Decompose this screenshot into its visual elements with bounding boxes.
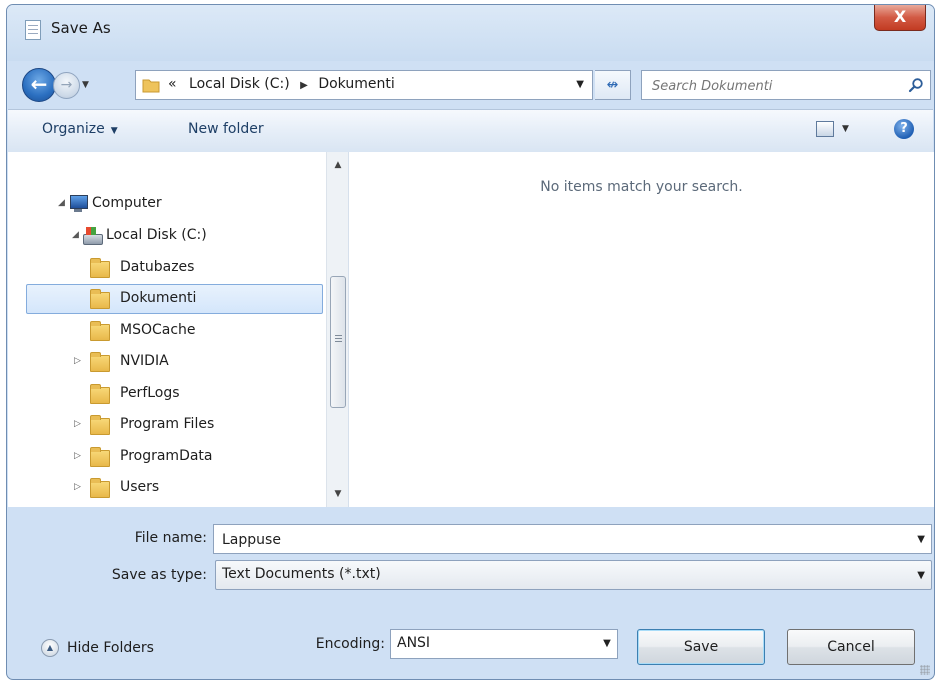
collapse-up-icon: ▲	[41, 639, 59, 657]
view-options-dropdown[interactable]: ▼	[842, 124, 849, 134]
folder-icon	[90, 384, 110, 404]
chevron-down-icon[interactable]: ▼	[597, 630, 617, 658]
hide-folders-button[interactable]: ▲ Hide Folders	[41, 639, 154, 657]
back-arrow-icon: ←	[30, 72, 48, 96]
tree-item-label: Users	[120, 479, 160, 495]
search-icon[interactable]	[908, 77, 924, 93]
organize-menu-button[interactable]: Organize ▼	[42, 121, 118, 137]
folder-icon	[90, 321, 110, 341]
file-name-combobox[interactable]: ▼	[213, 524, 932, 554]
tree-item-label: MSOCache	[120, 322, 196, 338]
folder-icon	[90, 352, 110, 372]
scrollbar-thumb[interactable]	[330, 276, 346, 408]
recent-pages-button[interactable]: ▼	[82, 80, 89, 90]
window-title: Save As	[51, 19, 111, 37]
folder-icon	[142, 79, 160, 93]
encoding-label: Encoding:	[315, 636, 385, 652]
chevron-down-icon: ▼	[110, 126, 118, 136]
breadcrumb: « Local Disk (C:) ▶ Dokumenti	[168, 76, 395, 92]
change-view-icon[interactable]	[816, 121, 834, 137]
breadcrumb-separator-icon[interactable]: ▶	[300, 80, 308, 91]
search-input[interactable]	[650, 75, 894, 97]
tree-item-program-files[interactable]: ▷ Program Files	[8, 410, 323, 440]
chevron-down-icon: ▼	[576, 79, 584, 90]
grip-icon	[335, 335, 342, 336]
tree-item-nvidia[interactable]: ▷ NVIDIA	[8, 347, 323, 377]
folder-icon	[90, 289, 110, 309]
folder-icon	[90, 415, 110, 435]
help-button[interactable]: ?	[894, 119, 914, 139]
save-as-type-label: Save as type:	[111, 567, 207, 583]
chevron-down-icon: ▼	[82, 80, 89, 90]
notepad-icon	[25, 20, 41, 40]
save-button[interactable]: Save	[637, 629, 765, 665]
tree-item-label: Program Files	[120, 416, 215, 432]
save-as-type-select[interactable]: Text Documents (*.txt) ▼	[215, 560, 932, 590]
scroll-up-arrow-icon[interactable]: ▲	[327, 154, 348, 176]
tree-item-perflogs[interactable]: PerfLogs	[8, 379, 323, 409]
resize-grip-icon[interactable]	[920, 665, 930, 675]
forward-button[interactable]: →	[53, 72, 80, 99]
breadcrumb-item-dokumenti[interactable]: Dokumenti	[318, 76, 394, 92]
breadcrumb-overflow[interactable]: «	[168, 76, 177, 92]
collapsed-triangle-icon[interactable]: ▷	[74, 356, 81, 366]
folder-icon	[90, 258, 110, 278]
hide-folders-label: Hide Folders	[67, 640, 154, 656]
search-box[interactable]	[641, 70, 931, 100]
tree-item-users[interactable]: ▷ Users	[8, 473, 323, 503]
collapsed-triangle-icon[interactable]: ▷	[74, 451, 81, 461]
tree-item-label: Dokumenti	[120, 290, 197, 306]
tree-item-local-disk[interactable]: ◢ Local Disk (C:)	[8, 221, 323, 251]
vertical-scrollbar[interactable]: ▲ ▼	[326, 152, 348, 507]
cancel-button[interactable]: Cancel	[787, 629, 915, 665]
tree-item-label: PerfLogs	[120, 385, 180, 401]
tree-item-label: NVIDIA	[120, 353, 169, 369]
tree-item-label: Datubazes	[120, 259, 195, 275]
collapsed-triangle-icon[interactable]: ▷	[74, 419, 81, 429]
organize-label: Organize	[42, 121, 105, 137]
breadcrumb-item-local-disk[interactable]: Local Disk (C:)	[189, 76, 290, 92]
file-name-label: File name:	[134, 530, 207, 546]
tree-item-label: ProgramData	[120, 448, 213, 464]
close-button[interactable]: X	[874, 5, 926, 31]
command-toolbar: Organize ▼ New folder ▼ ?	[8, 109, 933, 153]
back-button[interactable]: ←	[22, 68, 56, 102]
tree-item-datubazes[interactable]: Datubazes	[8, 253, 323, 283]
expanded-triangle-icon[interactable]: ◢	[72, 230, 79, 240]
tree-item-programdata[interactable]: ▷ ProgramData	[8, 442, 323, 472]
folder-icon	[90, 447, 110, 467]
tree-item-dokumenti[interactable]: Dokumenti	[8, 284, 323, 314]
file-name-input[interactable]	[220, 529, 884, 551]
save-as-dialog: Save As X ← → ▼ « Local Disk (C:) ▶ Doku…	[6, 4, 935, 680]
scroll-down-arrow-icon[interactable]: ▼	[327, 483, 348, 505]
tree-item-computer[interactable]: ◢ Computer	[8, 189, 323, 219]
encoding-value: ANSI	[397, 635, 431, 651]
refresh-icon: ↮	[606, 77, 619, 93]
navigation-pane[interactable]: ◢ Computer ◢ Local Disk (C:) Datubazes D…	[8, 152, 349, 507]
empty-results-message: No items match your search.	[540, 179, 743, 195]
chevron-down-icon[interactable]: ▼	[917, 534, 925, 545]
title-bar[interactable]: Save As	[7, 5, 934, 61]
encoding-select[interactable]: ANSI ▼	[390, 629, 618, 659]
computer-icon	[68, 194, 88, 214]
expanded-triangle-icon[interactable]: ◢	[58, 198, 65, 208]
tree-item-msocache[interactable]: MSOCache	[8, 316, 323, 346]
file-list-pane[interactable]: No items match your search.	[349, 152, 934, 507]
forward-arrow-icon: →	[60, 77, 73, 93]
disk-icon	[82, 226, 103, 246]
tree-item-label: Computer	[92, 195, 162, 211]
refresh-button[interactable]: ↮	[595, 70, 631, 100]
tree-item-label: Local Disk (C:)	[106, 227, 207, 243]
save-as-type-value: Text Documents (*.txt)	[222, 566, 381, 582]
folder-icon	[90, 478, 110, 498]
collapsed-triangle-icon[interactable]: ▷	[74, 482, 81, 492]
chevron-down-icon[interactable]: ▼	[917, 570, 925, 581]
address-dropdown-button[interactable]: ▼	[576, 79, 584, 90]
address-bar[interactable]: « Local Disk (C:) ▶ Dokumenti ▼	[135, 70, 593, 100]
new-folder-button[interactable]: New folder	[188, 121, 264, 137]
